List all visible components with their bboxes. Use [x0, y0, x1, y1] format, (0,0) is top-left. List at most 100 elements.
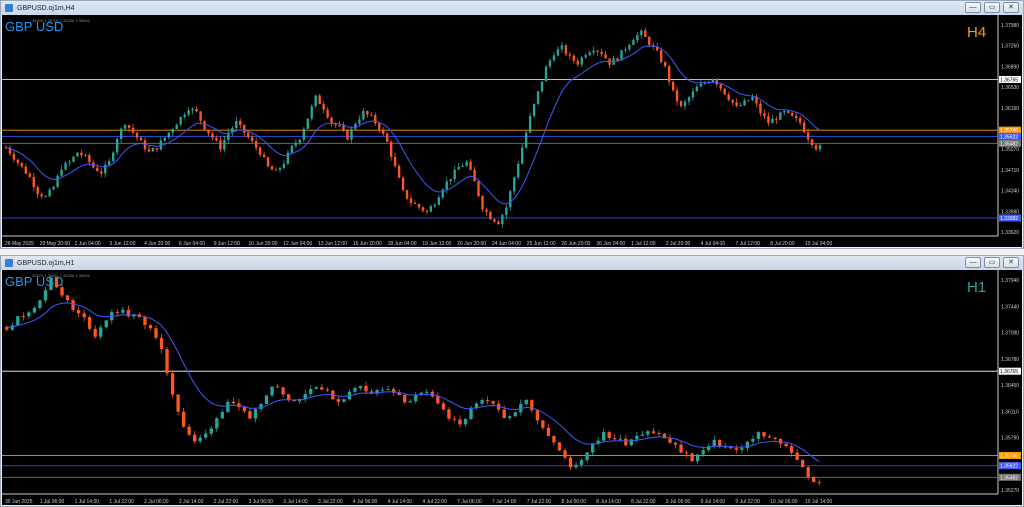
- candle-body: [532, 103, 536, 117]
- candle-body: [600, 51, 603, 55]
- candle-body: [576, 60, 579, 65]
- candle-body: [68, 161, 71, 163]
- candle-body: [219, 140, 222, 150]
- candle-body: [731, 99, 734, 103]
- candle-body: [632, 40, 635, 45]
- candle-body: [38, 300, 42, 308]
- close-button[interactable]: ✕: [1003, 2, 1019, 13]
- price-tick-label: 1.33620: [1001, 230, 1019, 236]
- candle-body: [27, 312, 31, 317]
- restore-button[interactable]: ▭: [984, 2, 1000, 13]
- window-titlebar[interactable]: GBPUSD.oj1m,H1 — ▭ ✕: [1, 256, 1023, 270]
- candle-body: [465, 161, 468, 166]
- candle-body: [762, 432, 766, 437]
- candle-body: [346, 130, 349, 140]
- candle-body: [540, 81, 544, 92]
- candle-body: [560, 45, 564, 50]
- candle-body: [759, 103, 762, 114]
- candle-body: [491, 401, 495, 404]
- candle-body: [253, 409, 258, 419]
- time-tick-label: 10 Jul 04:00: [805, 241, 832, 247]
- candle-body: [286, 394, 291, 400]
- time-tick-label: 4 Jul 22:00: [422, 499, 447, 505]
- candle-body: [513, 177, 516, 192]
- candle-body: [20, 162, 24, 167]
- price-chart-h1[interactable]: 1.37940 1.37440 1.37090 1.36780 1.36450 1.361…: [2, 270, 1022, 505]
- candle-body: [596, 50, 599, 52]
- price-tick-label: 1.35790: [1001, 436, 1019, 442]
- candle-body: [651, 431, 656, 434]
- price-chart-h4[interactable]: 1.379801.372601.368901.365301.361601.357…: [2, 15, 1022, 247]
- price-level-label: 1.36765: [1000, 77, 1018, 83]
- minimize-button[interactable]: —: [965, 257, 981, 268]
- price-level-label: 1.35746: [1000, 453, 1018, 459]
- candle-body: [505, 207, 508, 216]
- candle-body: [798, 118, 802, 123]
- candle-body: [223, 139, 226, 150]
- candle-body: [176, 394, 180, 412]
- candle-body: [151, 148, 155, 152]
- candle-body: [294, 142, 298, 146]
- candle-body: [362, 110, 365, 120]
- window-title: GBPUSD.oj1m,H1: [17, 259, 75, 267]
- candle-body: [679, 444, 683, 453]
- candle-body: [457, 166, 460, 170]
- candle-body: [679, 101, 683, 107]
- candle-body: [675, 90, 679, 102]
- candle-body: [342, 125, 345, 131]
- candle-body: [310, 106, 313, 119]
- candle-body: [71, 300, 75, 311]
- candle-body: [358, 119, 361, 124]
- candle-body: [712, 439, 716, 447]
- restore-button[interactable]: ▭: [984, 257, 1000, 268]
- candle-body: [463, 418, 468, 425]
- candle-body: [275, 386, 280, 388]
- window-title: GBPUSD.oj1m,H4: [17, 4, 75, 12]
- candle-body: [21, 316, 26, 318]
- window-titlebar[interactable]: GBPUSD.oj1m,H4 — ▭ ✕: [1, 1, 1023, 15]
- candle-body: [96, 167, 99, 172]
- candle-body: [290, 145, 294, 153]
- candle-body: [663, 62, 667, 67]
- time-tick-label: 29 May 20:00: [40, 241, 71, 247]
- candlestick-chart-h1[interactable]: 1.37940 1.37440 1.37090 1.36780 1.36450 1.361…: [2, 270, 1022, 506]
- close-button[interactable]: ✕: [1003, 257, 1019, 268]
- candle-body: [493, 219, 496, 222]
- candlestick-chart-h4[interactable]: 1.379801.372601.368901.365301.361601.357…: [2, 15, 1022, 248]
- price-tick-label: 1.37940: [1001, 278, 1019, 284]
- candle-body: [171, 128, 174, 133]
- candle-body: [209, 428, 213, 434]
- candle-body: [616, 58, 619, 61]
- chart-window-h1[interactable]: GBPUSD.oj1m,H1 — ▭ ✕ 1.37940 1.37440 1.370…: [0, 255, 1024, 507]
- candle-body: [350, 128, 353, 140]
- candle-body: [580, 57, 583, 65]
- candle-body: [195, 108, 198, 112]
- candle-body: [592, 50, 595, 53]
- candle-body: [264, 395, 269, 405]
- candle-body: [794, 115, 798, 119]
- candle-body: [322, 104, 325, 110]
- candle-body: [385, 133, 389, 142]
- candle-body: [389, 141, 393, 157]
- candle-body: [613, 438, 617, 440]
- price-level-label: 1.35622: [1000, 464, 1018, 470]
- minimize-button[interactable]: —: [965, 2, 981, 13]
- candle-body: [143, 317, 147, 326]
- candle-body: [325, 389, 329, 391]
- candle-body: [187, 110, 190, 115]
- candle-body: [687, 97, 691, 102]
- candle-body: [473, 169, 476, 182]
- candle-body: [239, 120, 242, 125]
- candle-body: [535, 410, 540, 421]
- chart-window-h4[interactable]: GBPUSD.oj1m,H4 — ▭ ✕ 1.37980 1.37260 1.368…: [0, 0, 1024, 249]
- candle-body: [76, 310, 81, 314]
- candle-body: [32, 176, 35, 188]
- time-tick-label: 9 Jul 06:00: [666, 499, 691, 505]
- candle-body: [28, 173, 32, 177]
- candle-body: [481, 196, 484, 210]
- candle-body: [763, 113, 766, 117]
- candle-body: [745, 441, 750, 449]
- candle-body: [250, 137, 254, 142]
- time-tick-label: 26 Jun 20:00: [562, 241, 591, 247]
- candle-body: [380, 389, 385, 391]
